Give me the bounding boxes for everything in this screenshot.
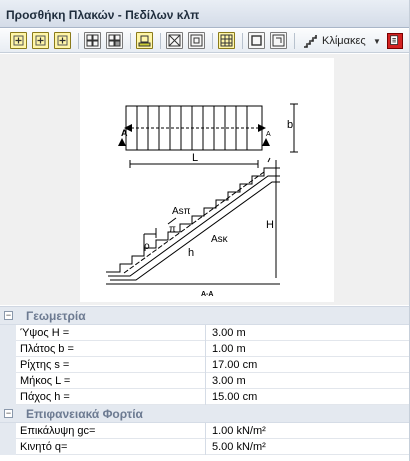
toolbar-separator — [130, 33, 131, 49]
collapse-icon[interactable]: − — [4, 409, 13, 418]
property-row-riser[interactable]: Ρίχτης s = 17.00 cm — [0, 357, 410, 373]
asp-label: Asπ — [172, 206, 191, 217]
stair-plan-view — [125, 103, 298, 168]
stair-drawing: A A b L Asπ Asκ π ρ h H A-A — [80, 58, 334, 302]
pi-label: π — [169, 224, 176, 235]
height-h-label: H — [266, 219, 274, 231]
red-close-icon[interactable] — [387, 33, 403, 49]
add-slab-icon[interactable] — [10, 32, 27, 49]
add-slab-third-icon[interactable] — [54, 32, 71, 49]
property-grid: − Γεωμετρία Ύψος H = 3.00 m Πλάτος b = 1… — [0, 306, 410, 461]
stairs-label[interactable]: Κλίμακες — [322, 35, 366, 47]
property-value[interactable]: 5.00 kN/m² — [212, 441, 266, 453]
property-name: Πάχος h = — [16, 389, 206, 405]
property-name: Επικάλυψη gc= — [16, 423, 206, 439]
cross-slab-alt-icon[interactable] — [188, 32, 205, 49]
property-name: Ύψος H = — [16, 325, 206, 341]
toolbar-separator — [212, 33, 213, 49]
section-caption: A-A — [201, 291, 213, 298]
property-value[interactable]: 3.00 m — [212, 375, 246, 387]
property-value[interactable]: 17.00 cm — [212, 359, 257, 371]
toolbar: Κλίμακες ▼ — [0, 29, 410, 53]
property-name: Πλάτος b = — [16, 341, 206, 357]
thickness-h-label: h — [188, 247, 194, 259]
property-name: Κινητό q= — [16, 439, 206, 455]
property-row-thickness[interactable]: Πάχος h = 15.00 cm — [0, 389, 410, 405]
ask-label: Asκ — [211, 234, 229, 245]
property-value[interactable]: 15.00 cm — [212, 391, 257, 403]
window-title: Προσθήκη Πλακών - Πεδίλων κλπ — [0, 0, 410, 28]
category-label: Γεωμετρία — [26, 309, 86, 323]
stairs-icon[interactable] — [302, 33, 318, 49]
category-label: Επιφανειακά Φορτία — [26, 407, 143, 421]
section-a-left: A — [121, 128, 128, 138]
property-value[interactable]: 1.00 kN/m² — [212, 425, 266, 437]
property-row-width[interactable]: Πλάτος b = 1.00 m — [0, 341, 410, 357]
rho-label: ρ — [144, 241, 150, 252]
property-row-cover[interactable]: Επικάλυψη gc= 1.00 kN/m² — [0, 423, 410, 439]
add-slab-alt-icon[interactable] — [32, 32, 49, 49]
toolbar-separator — [294, 33, 295, 49]
property-row-height[interactable]: Ύψος H = 3.00 m — [0, 325, 410, 341]
property-name: Ρίχτης s = — [16, 357, 206, 373]
property-name: Μήκος L = — [16, 373, 206, 389]
stair-section-view — [106, 157, 280, 285]
grid-slab-icon[interactable] — [84, 32, 101, 49]
property-value[interactable]: 1.00 m — [212, 343, 246, 355]
toolbar-separator — [242, 33, 243, 49]
frame-icon[interactable] — [270, 32, 287, 49]
length-l-label: L — [192, 152, 198, 164]
property-row-length[interactable]: Μήκος L = 3.00 m — [0, 373, 410, 389]
footing-icon[interactable] — [136, 32, 153, 49]
collapse-icon[interactable]: − — [4, 311, 13, 320]
category-loads[interactable]: − Επιφανειακά Φορτία — [0, 405, 410, 423]
category-geometry[interactable]: − Γεωμετρία — [0, 307, 410, 325]
section-a-right: A — [266, 131, 271, 138]
chevron-down-icon[interactable]: ▼ — [373, 37, 381, 46]
property-row-live-load[interactable]: Κινητό q= 5.00 kN/m² — [0, 439, 410, 455]
grid-table-icon[interactable] — [218, 32, 235, 49]
toolbar-separator — [160, 33, 161, 49]
toolbar-separator — [78, 33, 79, 49]
square-icon[interactable] — [248, 32, 265, 49]
width-b-label: b — [287, 119, 293, 131]
drawing-area: A A b L Asπ Asκ π ρ h H A-A — [0, 54, 410, 305]
cross-slab-icon[interactable] — [166, 32, 183, 49]
property-value[interactable]: 3.00 m — [212, 327, 246, 339]
grid-slab-alt-icon[interactable] — [106, 32, 123, 49]
